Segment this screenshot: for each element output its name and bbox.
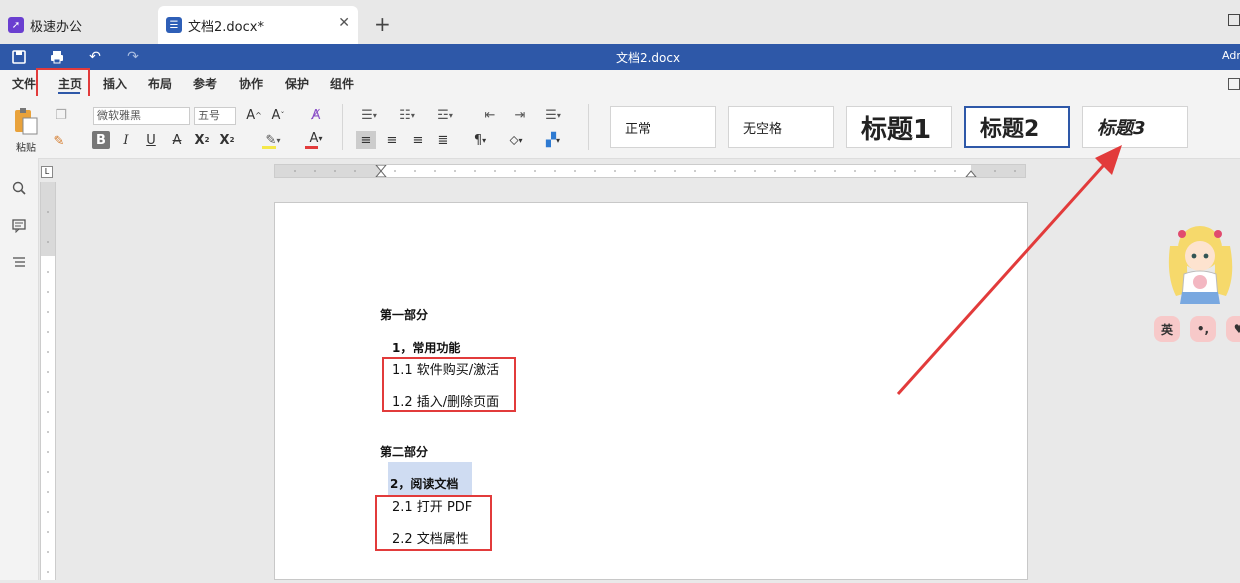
line-spacing-icon[interactable]: ☰ ▾ [540, 106, 566, 124]
collapse-ribbon-icon[interactable] [1228, 78, 1240, 90]
superscript-button[interactable]: X2 [193, 131, 211, 149]
maximize-icon[interactable] [1228, 14, 1240, 26]
style-no-spacing[interactable]: 无空格 [728, 106, 834, 148]
style-no-spacing-label: 无空格 [743, 121, 783, 137]
style-heading3-label: 标题3 [1097, 118, 1146, 139]
tab-document[interactable]: ☰ 文档2.docx* ✕ [158, 6, 358, 44]
tab-document-label: 文档2.docx* [188, 19, 264, 35]
italic-button[interactable]: I [117, 131, 135, 149]
highlight-swatch [262, 146, 276, 149]
font-color-icon[interactable]: A ▾ [304, 129, 328, 147]
strikethrough-button[interactable]: A [168, 131, 186, 149]
tab-home-label: 极速办公 [30, 19, 83, 35]
decrease-font-icon[interactable]: Aˇ [270, 106, 286, 124]
numbered-list-icon[interactable]: ☷ ▾ [394, 106, 420, 124]
menu-file[interactable]: 文件 [12, 75, 36, 92]
style-normal-label: 正常 [625, 121, 652, 137]
style-heading2-label: 标题2 [980, 117, 1040, 142]
separator [588, 104, 589, 150]
add-tab-button[interactable]: + [374, 12, 391, 36]
heading[interactable]: 2，阅读文档 [390, 475, 458, 492]
annotation-highlight-box [382, 357, 516, 412]
bullet-list-icon[interactable]: ☰ ▾ [356, 106, 382, 124]
section-heading[interactable]: 第二部分 [380, 443, 428, 460]
bold-button[interactable]: B [92, 131, 110, 149]
multilevel-list-icon[interactable]: ☲ ▾ [432, 106, 458, 124]
underline-button[interactable]: U [142, 131, 160, 149]
section-heading[interactable]: 第一部分 [380, 306, 428, 323]
app-logo-icon: ➚ [8, 17, 24, 33]
paragraph-marks-icon[interactable]: ¶ ▾ [467, 131, 493, 149]
font-color-swatch [305, 146, 318, 149]
menu-references[interactable]: 参考 [193, 75, 217, 92]
heading[interactable]: 1，常用功能 [392, 339, 460, 356]
menu-insert[interactable]: 插入 [103, 75, 127, 92]
font-size-select[interactable]: 五号 [194, 107, 236, 125]
tab-home[interactable]: ➚ 极速办公 [8, 6, 82, 44]
decrease-indent-icon[interactable]: ⇤ [480, 106, 500, 124]
title-bar: ↶ ↷ 文档2.docx Adm [0, 44, 1240, 70]
paste-label: 粘贴 [16, 143, 36, 154]
format-painter-icon[interactable]: ✎ [50, 132, 68, 150]
mascot-illustration[interactable] [1160, 216, 1240, 308]
style-normal[interactable]: 正常 [610, 106, 716, 148]
tab-stop-selector[interactable]: L [41, 166, 53, 178]
align-center-icon[interactable]: ≡ [382, 131, 402, 149]
justify-icon[interactable]: ≣ [433, 131, 453, 149]
menu-plugins[interactable]: 组件 [330, 75, 354, 92]
paste-icon[interactable] [12, 106, 40, 136]
menu-protect[interactable]: 保护 [285, 75, 309, 92]
font-family-select[interactable]: 微软雅黑 [93, 107, 190, 125]
menu-layout[interactable]: 布局 [148, 75, 172, 92]
menu-collaborate[interactable]: 协作 [239, 75, 263, 92]
subscript-button[interactable]: X2 [218, 131, 236, 149]
increase-indent-icon[interactable]: ⇥ [510, 106, 530, 124]
mascot-badge[interactable]: ♥ [1226, 316, 1240, 342]
increase-font-icon[interactable]: A ^ [246, 106, 262, 124]
search-icon[interactable] [9, 178, 29, 198]
document-title: 文档2.docx [615, 51, 681, 65]
close-icon[interactable]: ✕ [338, 15, 350, 31]
copy-icon[interactable]: ❐ [52, 106, 70, 124]
mascot-badge[interactable]: •, [1190, 316, 1216, 342]
active-tab-indicator [58, 92, 80, 94]
borders-icon[interactable]: ▞ ▾ [540, 131, 566, 149]
align-left-icon[interactable]: ≡ [356, 131, 376, 149]
clear-format-icon[interactable]: A̸ [306, 106, 326, 124]
align-right-icon[interactable]: ≡ [408, 131, 428, 149]
comment-icon[interactable] [9, 216, 29, 236]
menu-bar: 文件 主页 插入 布局 参考 协作 保护 组件 [0, 68, 1240, 100]
annotation-arrow [896, 145, 1122, 396]
annotation-highlight-box [375, 495, 492, 551]
user-name[interactable]: Adm [1222, 49, 1240, 62]
navigation-icon[interactable] [9, 252, 29, 272]
separator [342, 104, 343, 150]
mascot-badge[interactable]: 英 [1154, 316, 1180, 342]
vertical-ruler[interactable] [40, 182, 56, 580]
shading-icon[interactable]: ⬦ ▾ [503, 131, 529, 149]
document-icon: ☰ [166, 17, 182, 33]
